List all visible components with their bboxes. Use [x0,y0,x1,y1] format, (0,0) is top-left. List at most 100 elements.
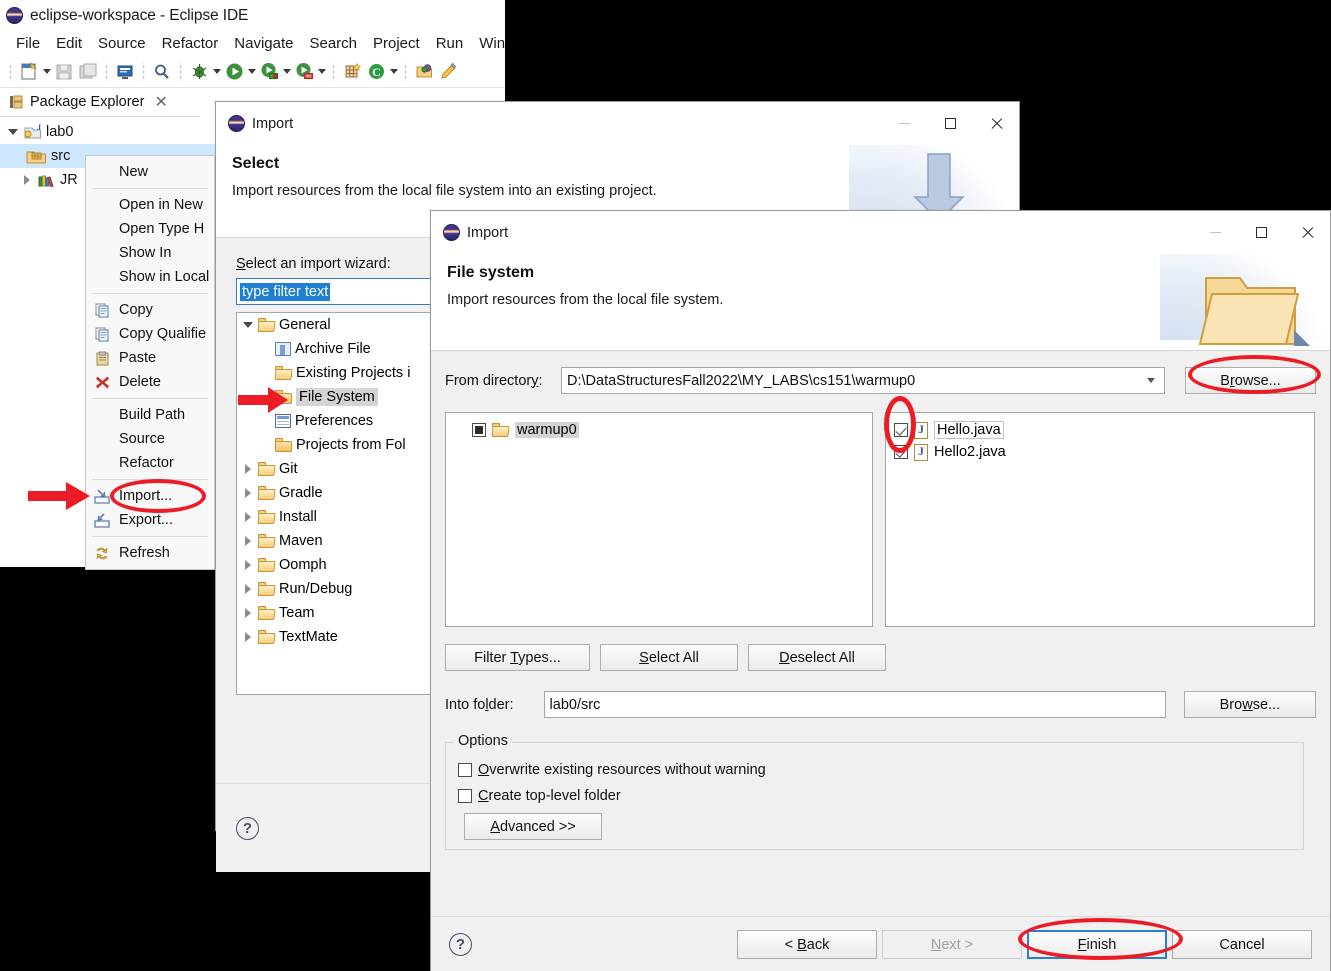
coverage-icon[interactable] [257,60,281,84]
menu-edit[interactable]: Edit [48,34,90,53]
source-folder-tree[interactable]: warmup0 [445,412,873,627]
context-menu-item-show-in[interactable]: Show In [86,241,214,265]
chevron-right-icon[interactable] [241,560,254,570]
context-menu-item-delete[interactable]: Delete [86,370,214,394]
chevron-right-icon[interactable] [241,488,254,498]
menu-navigate[interactable]: Navigate [226,34,301,53]
menu-separator [92,398,208,399]
chevron-right-icon[interactable] [241,536,254,546]
context-menu-item-paste[interactable]: Paste [86,346,214,370]
select-all-button[interactable]: Select All [600,644,738,671]
file-list-item-hello2-java[interactable]: Hello2.java [890,441,1310,463]
menu-run[interactable]: Run [428,34,472,53]
menu-project[interactable]: Project [365,34,428,53]
context-menu-item-open-in-new[interactable]: Open in New [86,193,214,217]
coverage-dropdown[interactable] [281,61,292,83]
run-dropdown[interactable] [246,61,257,83]
browse-directory-button[interactable]: Browse... [1185,367,1316,394]
search-icon[interactable] [150,60,174,84]
checkbox-overwrite[interactable] [458,763,472,777]
chevron-right-icon[interactable] [241,512,254,522]
browse-folder-button[interactable]: Browse... [1183,691,1316,718]
java-file-icon [914,421,928,439]
open-type-icon[interactable] [412,60,436,84]
save-all-icon[interactable] [76,60,100,84]
context-menu-item-copy[interactable]: Copy [86,298,214,322]
window-title: eclipse-workspace - Eclipse IDE [30,6,249,24]
chevron-down-icon[interactable] [1143,378,1159,383]
context-menu-item-refresh[interactable]: Refresh [86,541,214,565]
menu-file[interactable]: File [8,34,48,53]
context-menu-item-source[interactable]: Source [86,427,214,451]
minimize-button[interactable] [881,102,927,145]
into-folder-input[interactable]: lab0/src [543,691,1166,718]
file-list[interactable]: Hello.java Hello2.java [885,412,1315,627]
create-top-level-folder-row[interactable]: Create top-level folder [458,783,1291,809]
close-button[interactable] [1284,211,1330,254]
deselect-all-button[interactable]: Deselect All [748,644,886,671]
close-icon[interactable]: ✕ [154,92,167,112]
help-icon[interactable]: ? [236,816,259,840]
blank-icon [92,406,112,424]
new-dropdown[interactable] [41,61,52,83]
menu-search[interactable]: Search [301,34,365,53]
from-directory-input[interactable]: D:\DataStructuresFall2022\MY_LABS\cs151\… [561,367,1165,394]
chevron-right-icon[interactable] [241,464,254,474]
save-icon[interactable] [52,60,76,84]
checkbox-checked[interactable] [894,445,908,459]
new-class-dropdown[interactable] [388,61,399,83]
chevron-right-icon[interactable] [241,608,254,618]
package-explorer-tab[interactable]: Package Explorer ✕ [0,88,200,117]
context-menu-label: New [119,164,149,180]
menu-source[interactable]: Source [90,34,154,53]
new-icon[interactable] [17,60,41,84]
advanced-button[interactable]: Advanced >> [464,813,602,840]
chevron-right-icon[interactable] [20,175,33,185]
context-menu-item-copy-qualified-name[interactable]: Copy Qualifie [86,322,214,346]
context-menu-item-import[interactable]: Import... [86,484,214,508]
menu-window[interactable]: Window [471,34,505,53]
checkbox-checked[interactable] [894,423,908,437]
next-button: Next > [882,930,1022,959]
chevron-down-icon[interactable] [6,129,19,135]
maximize-button[interactable] [927,102,973,145]
console-icon[interactable] [113,60,137,84]
overwrite-option-row[interactable]: Overwrite existing resources without war… [458,757,1291,783]
debug-icon[interactable] [187,60,211,84]
minimize-button[interactable] [1192,211,1238,254]
blank-icon [92,430,112,448]
new-class-icon[interactable]: C [364,60,388,84]
profile-icon[interactable] [292,60,316,84]
new-java-project-icon[interactable] [340,60,364,84]
file-system-icon [275,390,292,404]
checkbox-create-top-level-folder[interactable] [458,789,472,803]
file-list-item-hello-java[interactable]: Hello.java [890,419,1310,441]
context-menu-item-export[interactable]: Export... [86,508,214,532]
archive-file-icon [275,342,291,356]
context-menu-item-open-type-hierarchy[interactable]: Open Type H [86,217,214,241]
chevron-down-icon[interactable] [241,322,254,328]
chevron-right-icon[interactable] [241,584,254,594]
filter-types-button[interactable]: Filter Types... [445,644,590,671]
close-button[interactable] [973,102,1019,145]
projects-from-folder-icon [275,438,292,452]
source-tree-item-warmup0[interactable]: warmup0 [450,419,868,441]
context-menu-item-show-in-local[interactable]: Show in Local [86,265,214,289]
finish-button[interactable]: Finish [1027,930,1167,959]
debug-dropdown[interactable] [211,61,222,83]
cancel-button[interactable]: Cancel [1172,930,1312,959]
context-menu-item-new[interactable]: New [86,160,214,184]
context-menu-item-build-path[interactable]: Build Path [86,403,214,427]
blank-icon [92,244,112,262]
help-icon[interactable]: ? [449,933,472,956]
context-menu-item-refactor[interactable]: Refactor [86,451,214,475]
chevron-right-icon[interactable] [241,632,254,642]
maximize-button[interactable] [1238,211,1284,254]
checkbox-partial[interactable] [472,423,486,437]
profile-dropdown[interactable] [316,61,327,83]
edit-icon[interactable] [436,60,460,84]
menu-refactor[interactable]: Refactor [154,34,227,53]
back-button[interactable]: < Back [737,930,877,959]
wizard-tree-label: TextMate [279,629,338,645]
run-icon[interactable] [222,60,246,84]
